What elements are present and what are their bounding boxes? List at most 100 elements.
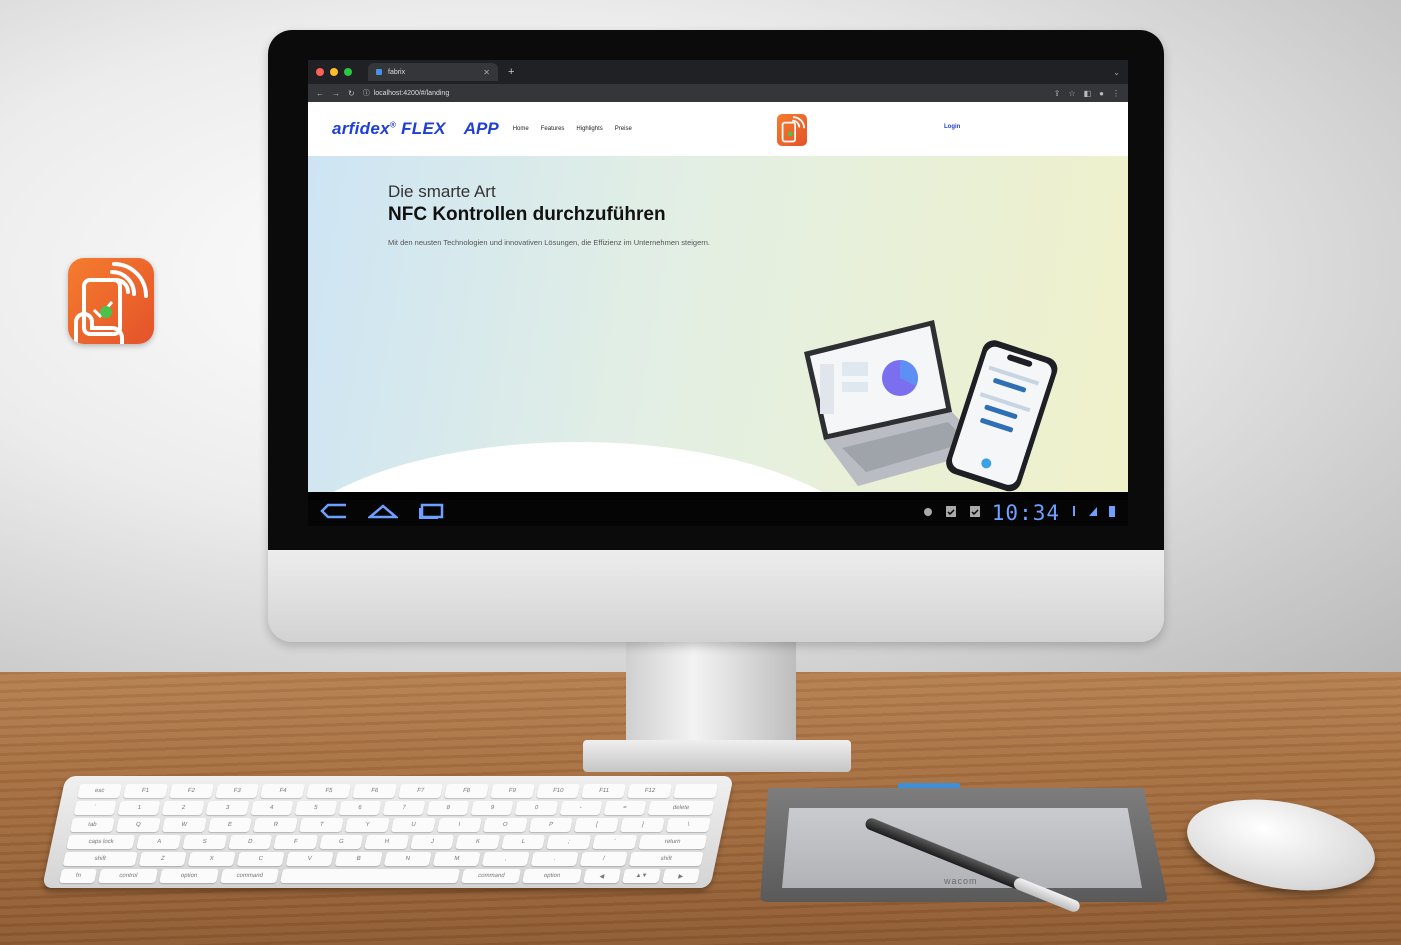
keyboard-key[interactable]: D: [227, 835, 273, 849]
keyboard-key[interactable]: F4: [260, 784, 306, 798]
minimize-window-icon[interactable]: [330, 68, 338, 76]
keyboard-key[interactable]: Y: [345, 818, 390, 832]
recent-apps-icon[interactable]: [418, 503, 444, 524]
keyboard-key[interactable]: 2: [161, 801, 205, 815]
keyboard-key[interactable]: L: [501, 835, 546, 849]
keyboard-key[interactable]: 8: [426, 801, 470, 815]
keyboard-key[interactable]: F3: [214, 784, 260, 798]
keyboard-key[interactable]: option: [522, 869, 582, 883]
keyboard-key[interactable]: esc: [77, 784, 122, 798]
keyboard-key[interactable]: F12: [627, 784, 673, 798]
keyboard-key[interactable]: .: [530, 852, 579, 866]
keyboard-key[interactable]: return: [637, 835, 708, 849]
keyboard-key[interactable]: F2: [168, 784, 214, 798]
keyboard-key[interactable]: shift: [628, 852, 704, 866]
keyboard-key[interactable]: V: [285, 852, 334, 866]
nav-features[interactable]: Features: [541, 126, 565, 132]
keyboard-key[interactable]: F9: [489, 784, 535, 798]
keyboard-key[interactable]: 0: [514, 801, 559, 815]
keyboard-key[interactable]: command: [219, 869, 280, 883]
brand-app-label[interactable]: APP: [464, 119, 499, 139]
keyboard-key[interactable]: \: [666, 818, 711, 832]
keyboard-key[interactable]: 3: [205, 801, 250, 815]
profile-icon[interactable]: ●: [1099, 89, 1104, 98]
keyboard-key[interactable]: fn: [59, 869, 98, 883]
keyboard-key[interactable]: -: [559, 801, 603, 815]
keyboard-key[interactable]: tab: [69, 818, 115, 832]
keyboard-key[interactable]: `: [73, 801, 117, 815]
keyboard-key[interactable]: F10: [535, 784, 581, 798]
keyboard-key[interactable]: W: [161, 818, 207, 832]
nav-home[interactable]: Home: [513, 126, 529, 132]
site-info-icon[interactable]: ⓘ: [363, 88, 370, 98]
brand-logo[interactable]: arfidex® FLEX: [332, 119, 446, 139]
keyboard-key[interactable]: F6: [352, 784, 398, 798]
keyboard-key[interactable]: Q: [115, 818, 161, 832]
keyboard-key[interactable]: 7: [382, 801, 426, 815]
back-icon[interactable]: [320, 503, 348, 524]
keyboard-key[interactable]: E: [207, 818, 253, 832]
share-icon[interactable]: ⇪: [1054, 89, 1061, 98]
keyboard-key[interactable]: ': [592, 835, 637, 849]
keyboard-key[interactable]: option: [159, 869, 219, 883]
browser-menu-icon[interactable]: ⋮: [1112, 89, 1120, 98]
keyboard-key[interactable]: F11: [581, 784, 627, 798]
keyboard-key[interactable]: 6: [338, 801, 382, 815]
keyboard-key[interactable]: G: [318, 835, 364, 849]
keyboard-key[interactable]: control: [98, 869, 159, 883]
keyboard-key[interactable]: M: [432, 852, 481, 866]
keyboard-key[interactable]: 1: [117, 801, 161, 815]
keyboard-key[interactable]: T: [299, 818, 345, 832]
reload-icon[interactable]: ↻: [348, 89, 355, 98]
keyboard-key[interactable]: S: [182, 835, 227, 849]
keyboard-key[interactable]: A: [136, 835, 182, 849]
keyboard-key[interactable]: caps lock: [66, 835, 136, 849]
keyboard-key[interactable]: H: [364, 835, 410, 849]
keyboard-key[interactable]: C: [236, 852, 285, 866]
sidepanel-icon[interactable]: ◧: [1084, 89, 1092, 98]
bookmark-star-icon[interactable]: ☆: [1068, 89, 1075, 98]
keyboard-key[interactable]: command: [461, 869, 522, 883]
keyboard-key[interactable]: F5: [306, 784, 352, 798]
back-arrow-icon[interactable]: ←: [316, 89, 324, 98]
close-window-icon[interactable]: [316, 68, 324, 76]
keyboard-key[interactable]: X: [187, 852, 236, 866]
keyboard-key[interactable]: delete: [647, 801, 715, 815]
tab-close-icon[interactable]: ✕: [483, 68, 490, 77]
keyboard-key[interactable]: ▲▼: [622, 869, 661, 883]
keyboard-key[interactable]: 5: [294, 801, 338, 815]
browser-tab[interactable]: fabrix ✕: [368, 63, 498, 81]
nav-highlights[interactable]: Highlights: [576, 126, 602, 132]
keyboard-key[interactable]: ]: [620, 818, 666, 832]
tab-search-chevron-icon[interactable]: ⌄: [1113, 68, 1120, 77]
new-tab-button[interactable]: +: [508, 66, 514, 78]
keyboard-key[interactable]: F: [273, 835, 318, 849]
keyboard-key[interactable]: I: [436, 818, 482, 832]
keyboard-key[interactable]: F8: [444, 784, 489, 798]
keyboard-key[interactable]: U: [390, 818, 436, 832]
keyboard-key[interactable]: F1: [122, 784, 168, 798]
keyboard-key[interactable]: P: [528, 818, 574, 832]
keyboard-key[interactable]: R: [253, 818, 299, 832]
keyboard-key[interactable]: J: [410, 835, 455, 849]
keyboard-key[interactable]: Z: [138, 852, 187, 866]
keyboard-key[interactable]: B: [334, 852, 383, 866]
system-clock[interactable]: 10:34: [992, 501, 1060, 525]
keyboard-key[interactable]: =: [603, 801, 647, 815]
nav-preise[interactable]: Preise: [615, 126, 632, 132]
keyboard-key[interactable]: 9: [470, 801, 514, 815]
forward-arrow-icon[interactable]: →: [332, 89, 340, 98]
maximize-window-icon[interactable]: [344, 68, 352, 76]
keyboard-key[interactable]: 4: [250, 801, 294, 815]
keyboard-key[interactable]: ◀: [582, 869, 622, 883]
keyboard-key[interactable]: K: [455, 835, 501, 849]
keyboard-key[interactable]: [673, 784, 719, 798]
keyboard-key[interactable]: ,: [481, 852, 530, 866]
keyboard-key[interactable]: F7: [398, 784, 443, 798]
keyboard-key[interactable]: [280, 869, 461, 883]
keyboard-key[interactable]: shift: [62, 852, 138, 866]
keyboard-key[interactable]: /: [579, 852, 628, 866]
keyboard-key[interactable]: ;: [546, 835, 592, 849]
keyboard-key[interactable]: ▶: [661, 869, 701, 883]
keyboard-key[interactable]: O: [482, 818, 528, 832]
